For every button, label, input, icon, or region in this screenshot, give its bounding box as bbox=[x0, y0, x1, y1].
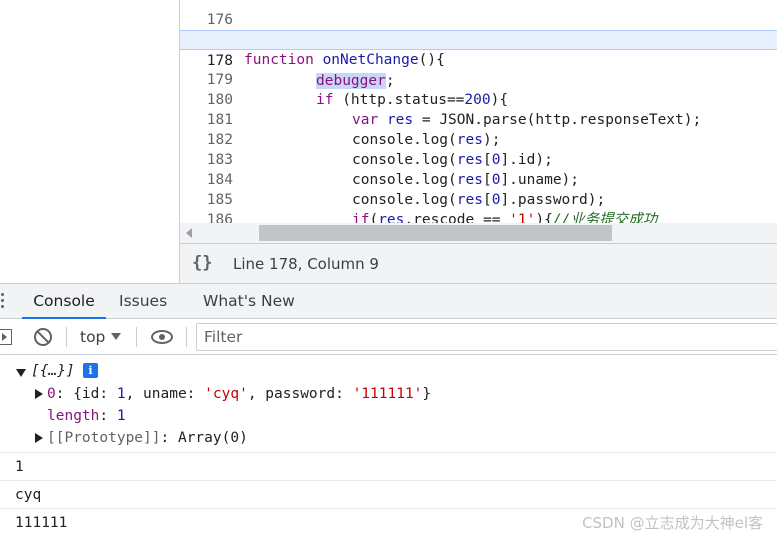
live-expression-eye-icon[interactable] bbox=[151, 330, 173, 344]
log-message: cyq bbox=[15, 487, 42, 503]
tab-console[interactable]: Console bbox=[22, 284, 106, 319]
toolbar-divider bbox=[66, 327, 67, 347]
info-icon[interactable]: i bbox=[83, 363, 98, 378]
code-line-180[interactable]: 180 var res = JSON.parse(http.responseTe… bbox=[180, 70, 777, 128]
code-editor[interactable]: 176 } 177 function onNetChange(){ 178 de… bbox=[180, 0, 777, 243]
item-close-brace: } bbox=[422, 386, 432, 402]
length-key: length bbox=[47, 408, 100, 424]
editor-status-bar: {} Line 178, Column 9 bbox=[180, 243, 777, 283]
context-selector[interactable]: top bbox=[80, 325, 122, 349]
cursor-position: Line 178, Column 9 bbox=[233, 255, 379, 273]
tab-whats-new[interactable]: What's New bbox=[203, 284, 295, 319]
length-value: 1 bbox=[116, 408, 126, 424]
more-options-icon[interactable] bbox=[1, 293, 5, 311]
code-line-184[interactable]: 184 console.log(res[0].password); bbox=[180, 150, 777, 208]
tab-issues[interactable]: Issues bbox=[119, 284, 167, 319]
sidebar-toggle-icon[interactable] bbox=[0, 329, 12, 345]
expand-triangle-icon[interactable] bbox=[35, 433, 43, 443]
object-summary[interactable]: [{…}] bbox=[31, 361, 75, 381]
console-log-row: cyq bbox=[0, 480, 777, 508]
item-uname-key: , uname: bbox=[125, 386, 205, 402]
csdn-watermark: CSDN @立志成为大神el客 bbox=[582, 514, 763, 532]
code-line-178-active[interactable]: 178 debugger; bbox=[180, 30, 777, 89]
toolbar-divider bbox=[186, 327, 187, 347]
prototype-value: : Array(0) bbox=[160, 430, 248, 446]
log-message: 111111 bbox=[15, 515, 68, 531]
horizontal-scrollbar[interactable] bbox=[180, 223, 777, 243]
array-item-0[interactable]: 0: {id: 1, uname: 'cyq', password: '1111… bbox=[47, 384, 431, 404]
log-message: 1 bbox=[15, 459, 24, 475]
code-line-177[interactable]: 177 function onNetChange(){ bbox=[180, 10, 777, 68]
code-line-176[interactable]: 176 } bbox=[180, 0, 777, 48]
scroll-left-arrow-icon[interactable] bbox=[186, 228, 192, 238]
code-line-179[interactable]: 179 if (http.status==200){ bbox=[180, 50, 777, 108]
source-panel: 176 } 177 function onNetChange(){ 178 de… bbox=[0, 0, 777, 283]
context-label: top bbox=[80, 328, 106, 346]
array-prototype[interactable]: [[Prototype]]: Array(0) bbox=[47, 428, 248, 448]
filter-input[interactable] bbox=[196, 323, 777, 351]
scrollbar-thumb[interactable] bbox=[259, 225, 612, 241]
console-log-row: 1 bbox=[0, 452, 777, 480]
drawer-tab-bar: Console Issues What's New bbox=[0, 283, 777, 319]
item-id: 1 bbox=[116, 386, 126, 402]
item-password-key: , password: bbox=[247, 386, 353, 402]
item-uname: 'cyq' bbox=[204, 386, 248, 402]
code-line-182[interactable]: 182 console.log(res[0].id); bbox=[180, 110, 777, 168]
clear-console-icon[interactable] bbox=[34, 328, 52, 346]
item-password: '111111' bbox=[352, 386, 423, 402]
toolbar-divider bbox=[136, 327, 137, 347]
code-line-186[interactable]: 186 alert('业务受理成功') bbox=[180, 190, 777, 243]
prototype-key: [[Prototype]] bbox=[47, 430, 161, 446]
array-length: length: 1 bbox=[47, 408, 126, 424]
navigator-pane bbox=[0, 0, 180, 283]
console-toolbar: top bbox=[0, 319, 777, 355]
code-line-185[interactable]: 185 if(res.rescode == '1'){//业务提交成功 bbox=[180, 170, 777, 228]
item-preview-prefix: : {id: bbox=[55, 386, 117, 402]
chevron-down-icon bbox=[111, 333, 122, 340]
expand-triangle-icon[interactable] bbox=[16, 369, 26, 377]
pretty-print-braces-icon[interactable]: {} bbox=[192, 253, 212, 273]
code-line-181[interactable]: 181 console.log(res); bbox=[180, 90, 777, 148]
expand-triangle-icon[interactable] bbox=[35, 389, 43, 399]
code-line-183[interactable]: 183 console.log(res[0].uname); bbox=[180, 130, 777, 188]
item-index: 0 bbox=[47, 386, 56, 402]
